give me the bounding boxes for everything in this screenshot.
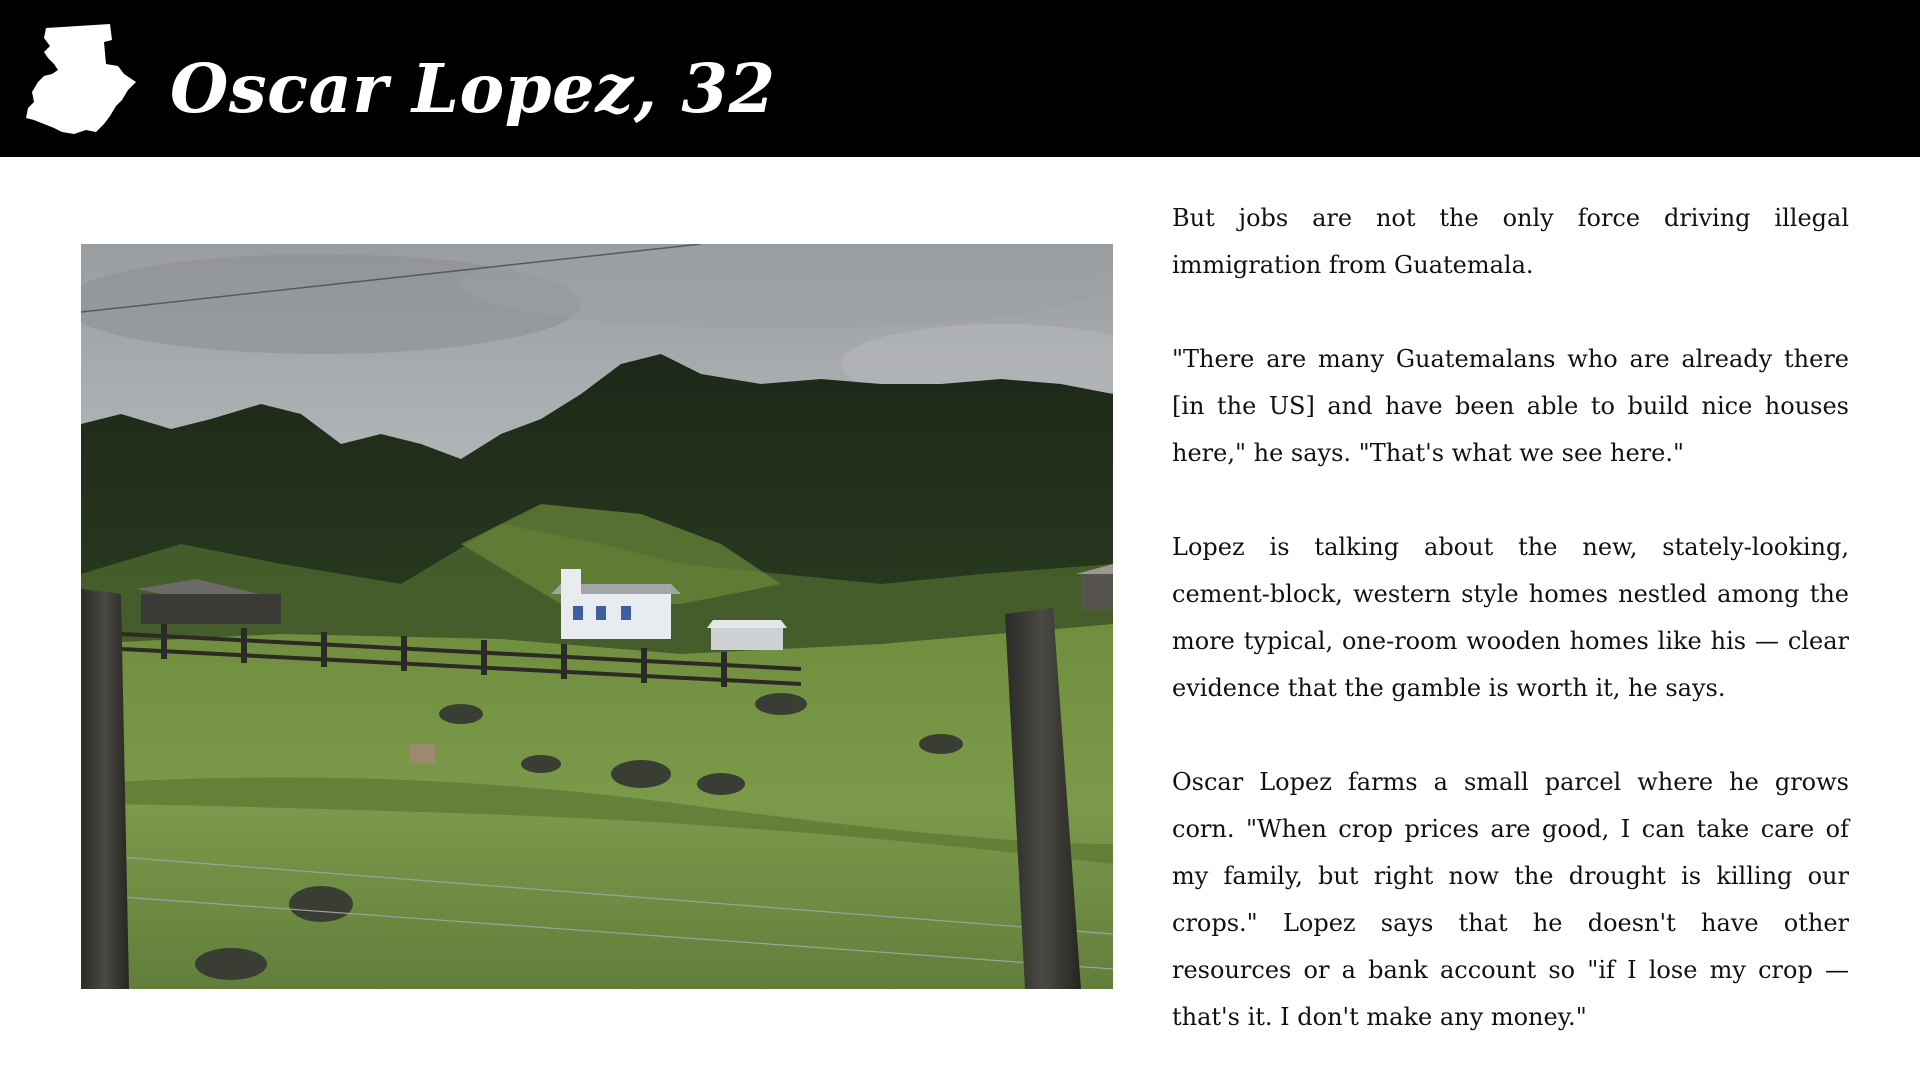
page-title: Oscar Lopez, 32	[170, 49, 776, 128]
article-paragraph: "There are many Guatemalans who are alre…	[1172, 345, 1849, 467]
guatemala-map-icon	[26, 24, 136, 134]
article-paragraph: Lopez is talking about the new, stately-…	[1172, 533, 1849, 702]
article-paragraph: Oscar Lopez farms a small parcel where h…	[1172, 768, 1849, 1031]
article-paragraph: But jobs are not the only force driving …	[1172, 204, 1849, 279]
landscape-photo-illustration	[81, 244, 1113, 989]
article-body: But jobs are not the only force driving …	[1172, 195, 1849, 1041]
landscape-photo	[81, 244, 1113, 989]
header-bar: Oscar Lopez, 32	[0, 0, 1920, 157]
